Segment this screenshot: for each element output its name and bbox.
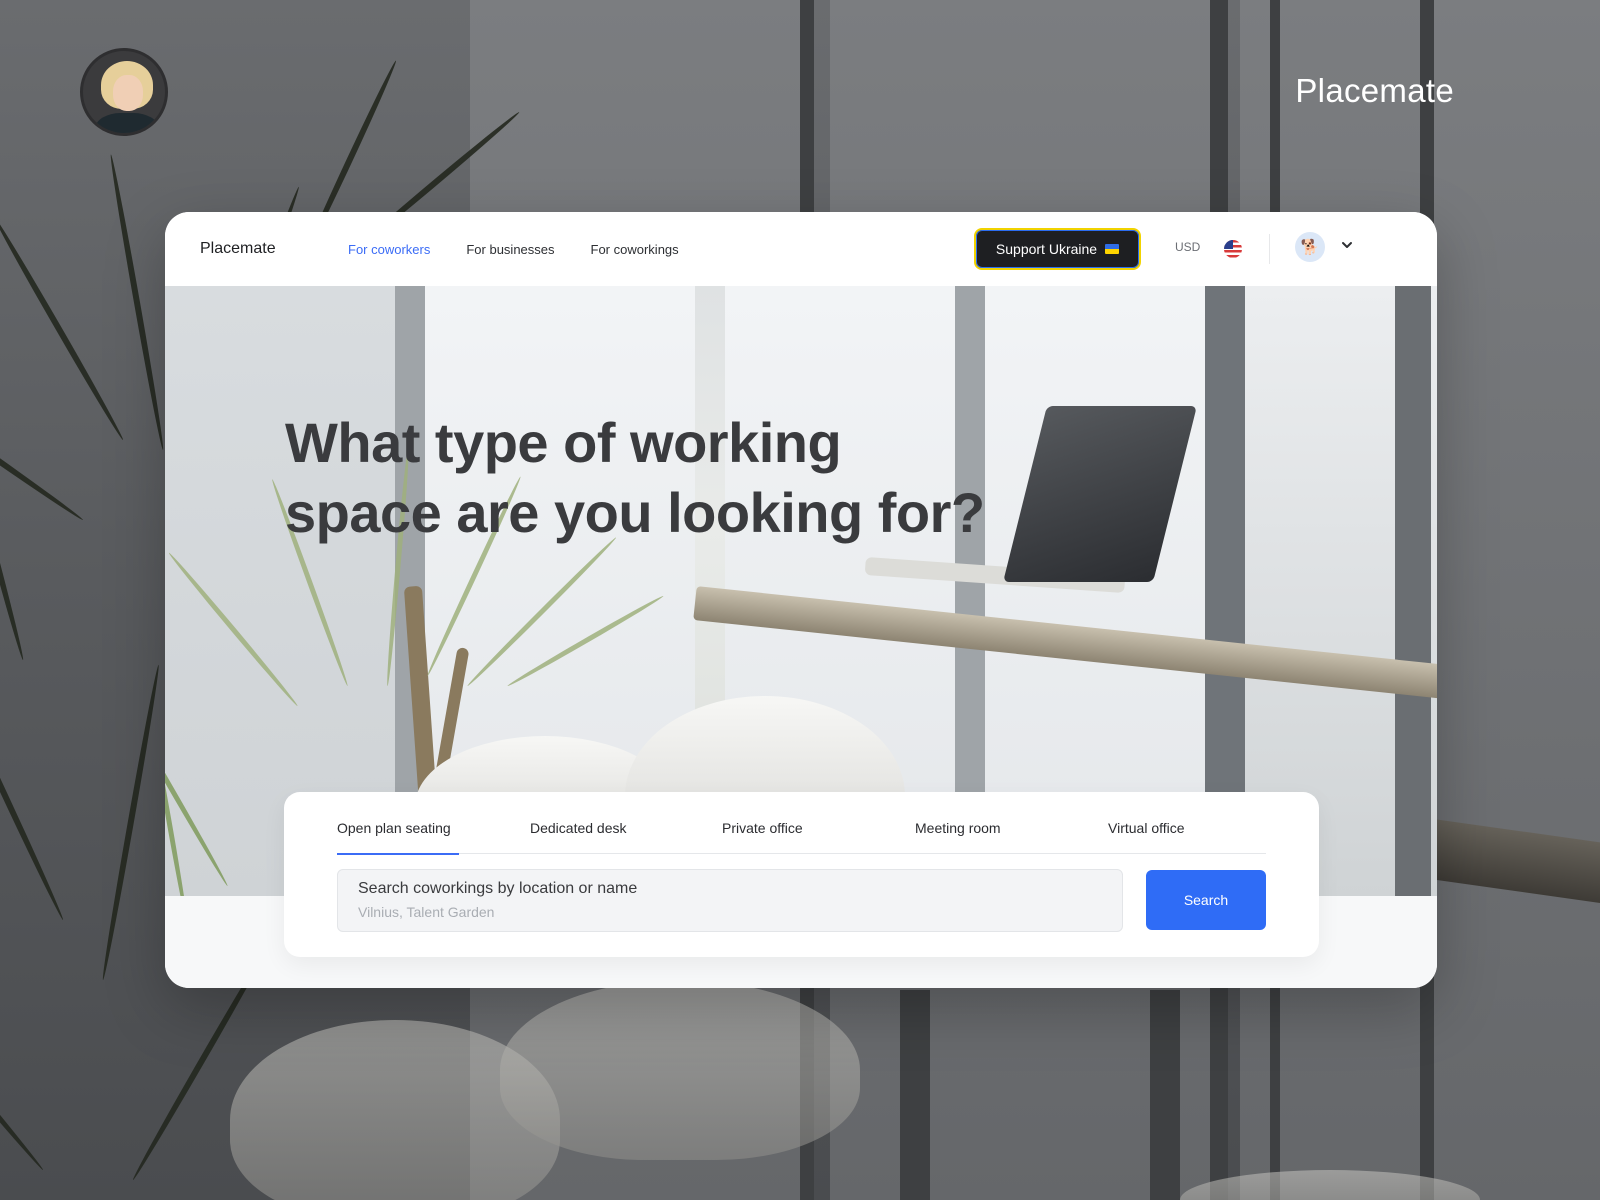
search-field-label: Search coworkings by location or name — [358, 880, 638, 897]
search-panel: Open plan seating Dedicated desk Private… — [284, 792, 1319, 957]
hero-headline-line2: space are you looking for? — [285, 481, 985, 544]
hero-headline-line1: What type of working — [285, 411, 842, 474]
tab-dedicated-desk[interactable]: Dedicated desk — [530, 820, 627, 836]
corgi-avatar-icon[interactable]: 🐕 — [1295, 232, 1325, 262]
tab-virtual-office[interactable]: Virtual office — [1108, 820, 1185, 836]
search-field[interactable]: Search coworkings by location or name — [337, 869, 1123, 932]
currency-selector[interactable]: USD — [1175, 240, 1200, 254]
space-type-tabs: Open plan seating Dedicated desk Private… — [337, 792, 1266, 855]
hero-headline: What type of working space are you looki… — [285, 408, 1045, 548]
website-preview: What type of working space are you looki… — [165, 212, 1437, 988]
search-button[interactable]: Search — [1146, 870, 1266, 930]
nav-divider — [1269, 234, 1270, 264]
nav-link-for-coworkings[interactable]: For coworkings — [591, 242, 679, 257]
tab-meeting-room[interactable]: Meeting room — [915, 820, 1001, 836]
search-input[interactable] — [358, 904, 1102, 920]
showcase-brand-title: Placemate — [1295, 72, 1454, 109]
support-ukraine-label: Support Ukraine — [995, 241, 1098, 257]
tab-private-office[interactable]: Private office — [722, 820, 803, 836]
tab-open-plan-seating[interactable]: Open plan seating — [337, 820, 459, 855]
nav-link-for-businesses[interactable]: For businesses — [466, 242, 554, 257]
nav-link-for-coworkers[interactable]: For coworkers — [348, 242, 430, 257]
support-ukraine-button[interactable]: Support Ukraine — [974, 228, 1141, 270]
site-logo[interactable]: Placemate — [200, 240, 348, 258]
ukraine-flag-icon — [1105, 244, 1120, 254]
designer-avatar — [80, 48, 168, 136]
us-flag-icon[interactable] — [1224, 240, 1242, 258]
top-navigation: Placemate For coworkers For businesses F… — [165, 212, 1437, 286]
chevron-down-icon[interactable] — [1339, 237, 1355, 253]
